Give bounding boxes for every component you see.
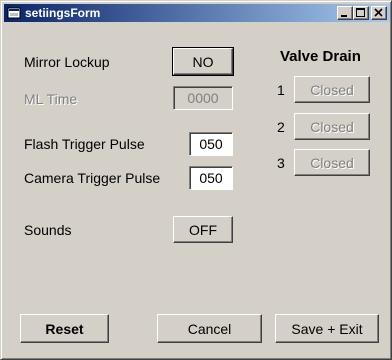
valve-3-state: Closed — [310, 154, 354, 171]
cancel-label: Cancel — [187, 320, 232, 337]
valve-2-button[interactable]: Closed — [294, 113, 370, 140]
mirror-lockup-value: NO — [192, 53, 214, 70]
valve-2-number: 2 — [277, 119, 285, 135]
sounds-label: Sounds — [24, 222, 72, 238]
app-icon — [7, 6, 21, 20]
valve-1-state: Closed — [310, 81, 354, 98]
ml-time-label: ML Time — [24, 91, 78, 107]
camera-trigger-field[interactable] — [189, 166, 233, 190]
sounds-toggle[interactable]: OFF — [173, 216, 233, 243]
close-button[interactable] — [371, 6, 387, 20]
reset-button[interactable]: Reset — [20, 314, 109, 343]
valve-1-button[interactable]: Closed — [294, 76, 370, 103]
close-icon — [374, 8, 383, 17]
window-title: setiingsForm — [25, 6, 101, 20]
reset-label: Reset — [45, 320, 84, 337]
maximize-button[interactable] — [353, 6, 369, 20]
flash-trigger-label: Flash Trigger Pulse — [24, 136, 145, 152]
valve-2-state: Closed — [310, 118, 354, 135]
flash-trigger-field[interactable] — [189, 132, 233, 156]
valve-3-number: 3 — [277, 155, 285, 171]
valve-3-button[interactable]: Closed — [294, 149, 370, 176]
camera-trigger-label: Camera Trigger Pulse — [24, 170, 161, 186]
settings-window: setiingsForm Mirror Lockup NO ML Time Fl… — [0, 0, 392, 360]
cancel-button[interactable]: Cancel — [157, 314, 262, 343]
minimize-button[interactable] — [337, 6, 353, 20]
valve-drain-title: Valve Drain — [280, 48, 361, 65]
save-exit-button[interactable]: Save + Exit — [275, 314, 379, 343]
sounds-value: OFF — [189, 221, 217, 238]
save-exit-label: Save + Exit — [291, 320, 363, 337]
ml-time-field[interactable] — [173, 86, 233, 110]
mirror-lockup-label: Mirror Lockup — [24, 54, 110, 70]
title-bar[interactable]: setiingsForm — [4, 4, 390, 22]
valve-1-number: 1 — [277, 82, 285, 98]
minimize-icon — [341, 15, 347, 17]
maximize-icon — [356, 8, 365, 17]
mirror-lockup-toggle[interactable]: NO — [172, 47, 234, 76]
